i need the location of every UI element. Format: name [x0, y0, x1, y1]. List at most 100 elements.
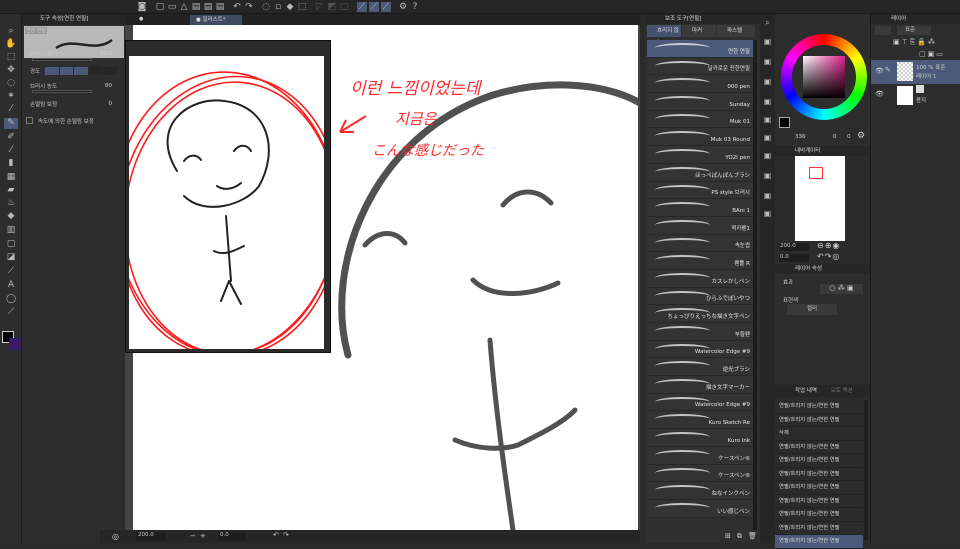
blend-mode-select[interactable]: 표준	[897, 26, 931, 35]
open-icon[interactable]: ▭	[167, 2, 177, 12]
main-color-swatch[interactable]	[779, 117, 790, 128]
material-icon[interactable]: ▣	[762, 208, 773, 219]
text-tool-icon[interactable]: A	[4, 280, 18, 291]
trash-icon[interactable]: 🗑	[748, 532, 757, 540]
navigator-preview[interactable]	[795, 156, 845, 241]
zoom-in-icon[interactable]: +	[200, 532, 206, 540]
line3-icon[interactable]: ▢	[339, 2, 349, 12]
help-icon[interactable]: ?	[410, 2, 420, 12]
fill-icon[interactable]: ◆	[285, 2, 295, 12]
material-icon[interactable]: ▣	[762, 56, 773, 67]
frame-icon[interactable]: ◪	[4, 252, 18, 263]
material-icon[interactable]: ▣	[762, 36, 773, 47]
material-icon[interactable]: ▣	[762, 150, 773, 161]
brush-item[interactable]: いい感じペン	[647, 499, 753, 518]
material-icon[interactable]: ▣	[762, 170, 773, 181]
balloon-icon[interactable]: ◯	[4, 294, 18, 305]
brush-item[interactable]: 날카로운 진한연필	[647, 57, 753, 76]
app-icon[interactable]: ◙	[137, 2, 147, 12]
history-item[interactable]: 연필/흐리지 않는/연한 연필	[775, 508, 863, 522]
sub-color-swatch[interactable]	[9, 338, 21, 350]
stab1-icon[interactable]: ⟋	[357, 2, 367, 12]
density-slider[interactable]	[32, 90, 92, 93]
nav-zoom-buttons[interactable]: ⊖⊕◉	[817, 241, 840, 250]
history-item[interactable]: 연필/흐리지 않는/연한 연필	[775, 400, 863, 414]
print-icon[interactable]: ▤	[191, 2, 201, 12]
hand-tool-icon[interactable]: ✋	[4, 39, 18, 50]
duplicate-icon[interactable]: ⧉	[737, 532, 742, 541]
material-icon[interactable]: ▣	[762, 96, 773, 107]
redo-icon[interactable]: ↷	[244, 2, 254, 12]
history-item[interactable]: 연필/흐리지 않는/연한 연필	[775, 454, 863, 468]
zoom-field[interactable]: 200.0	[136, 532, 166, 541]
history-item[interactable]: 연필/흐리지 않는/연한 연필	[775, 535, 863, 549]
brush-size-value[interactable]: 10.0	[100, 51, 112, 57]
brush-item[interactable]: PS style 브러시	[647, 181, 753, 200]
fill-tool-icon[interactable]: ◆	[4, 211, 18, 222]
brush-item[interactable]: カスレかしペン	[647, 269, 753, 288]
speed-checkbox[interactable]	[26, 117, 33, 124]
brush-item[interactable]: Muk 01	[647, 110, 753, 129]
brush-item[interactable]: BAni 1	[647, 199, 753, 217]
transform-icon[interactable]: ⬚	[297, 2, 307, 12]
eyedropper-icon[interactable]: ⁄	[4, 104, 18, 115]
tab-marker[interactable]: 마커	[682, 25, 716, 37]
zoom-out-icon[interactable]: −	[190, 532, 196, 540]
line2-icon[interactable]: ◩	[327, 2, 337, 12]
new-icon[interactable]: ▢	[155, 2, 165, 12]
move-tool-icon[interactable]: ✥	[4, 65, 18, 76]
density-value[interactable]: 80	[105, 83, 112, 89]
history-item[interactable]: 연필/흐리지 않는/연한 연필	[775, 441, 863, 454]
brush-item[interactable]: ひらふでぽいやつ	[647, 287, 753, 306]
stab3-icon[interactable]: ⟋	[381, 2, 391, 12]
material-icon[interactable]: ▣	[762, 114, 773, 125]
lasso-icon[interactable]: ◌	[261, 2, 271, 12]
brush-tool-icon[interactable]: ⁄	[4, 145, 18, 156]
brush-item[interactable]: 부들펜	[647, 323, 753, 341]
brush-item[interactable]: 000 pen	[647, 75, 753, 94]
nav-angle-field[interactable]: 0.0	[779, 254, 809, 262]
figure-icon[interactable]: ▢	[4, 239, 18, 250]
history-item[interactable]: 삭제	[775, 427, 863, 441]
brush-item[interactable]: Sunday	[647, 93, 753, 111]
history-item[interactable]: 연필/흐리지 않는/연한 연필	[775, 495, 863, 508]
operation-tool-icon[interactable]: ⬚	[4, 52, 18, 63]
stab2-icon[interactable]: ⟋	[369, 2, 379, 12]
brush-size-slider[interactable]	[32, 58, 92, 61]
material-icon[interactable]: ▣	[762, 76, 773, 87]
brush-item[interactable]: 펜툴 R	[647, 252, 753, 270]
brush-item[interactable]: 연한 연필	[647, 40, 753, 58]
brush-item[interactable]: ほっぺぽんぽんブラシ	[647, 163, 753, 182]
history-item[interactable]: 연필/흐리지 않는/연한 연필	[775, 481, 863, 495]
brush-item[interactable]: 逆光ブラシ	[647, 358, 753, 377]
history-scrollbar[interactable]	[864, 400, 868, 540]
gradient-icon[interactable]: ▥	[4, 225, 18, 236]
brush-scrollbar[interactable]	[753, 40, 757, 530]
color-wheel[interactable]	[781, 34, 867, 120]
blend-icon[interactable]: ♨	[4, 198, 18, 209]
tab-pastel[interactable]: 파스텔	[717, 25, 755, 37]
search-icon[interactable]: ⌕	[762, 17, 773, 28]
brush-item[interactable]: ちょっぴりえっちな描き文字ペン	[647, 305, 753, 323]
hardness-selector[interactable]	[45, 67, 117, 75]
lasso-tool-icon[interactable]: ◌	[4, 78, 18, 89]
eye-icon[interactable]: 👁	[875, 90, 884, 98]
line1-icon[interactable]: ◸	[315, 2, 325, 12]
ruler-icon[interactable]: ⟋	[4, 266, 18, 277]
layer-row[interactable]: 👁 ✎ 100 % 표준 레이어 1	[871, 60, 960, 84]
copy-icon[interactable]: ▫	[273, 2, 283, 12]
layer-color-select[interactable]	[875, 26, 891, 35]
brush-item[interactable]: ケースペン⑥	[647, 446, 753, 465]
nav-rotate-buttons[interactable]: ↶↷◎	[817, 252, 840, 261]
brush-item[interactable]: Kuro Sketch Re	[647, 411, 753, 430]
decoration-icon[interactable]: ▦	[4, 172, 18, 183]
eraser-icon[interactable]: ▰	[4, 185, 18, 196]
tab-illustration[interactable]: ● 일러스트*	[190, 15, 242, 25]
color-settings-icon[interactable]: ⚙	[857, 131, 865, 141]
correct-line-icon[interactable]: ⟋	[4, 307, 18, 318]
eye-icon[interactable]: 👁	[875, 67, 884, 75]
rotate-right-icon[interactable]: ↷	[283, 531, 289, 539]
layer-tool-icons[interactable]: ▣⊤⎘🔒⁂	[893, 38, 937, 47]
material-icon[interactable]: ▣	[762, 132, 773, 143]
saturation-square[interactable]	[803, 56, 845, 98]
